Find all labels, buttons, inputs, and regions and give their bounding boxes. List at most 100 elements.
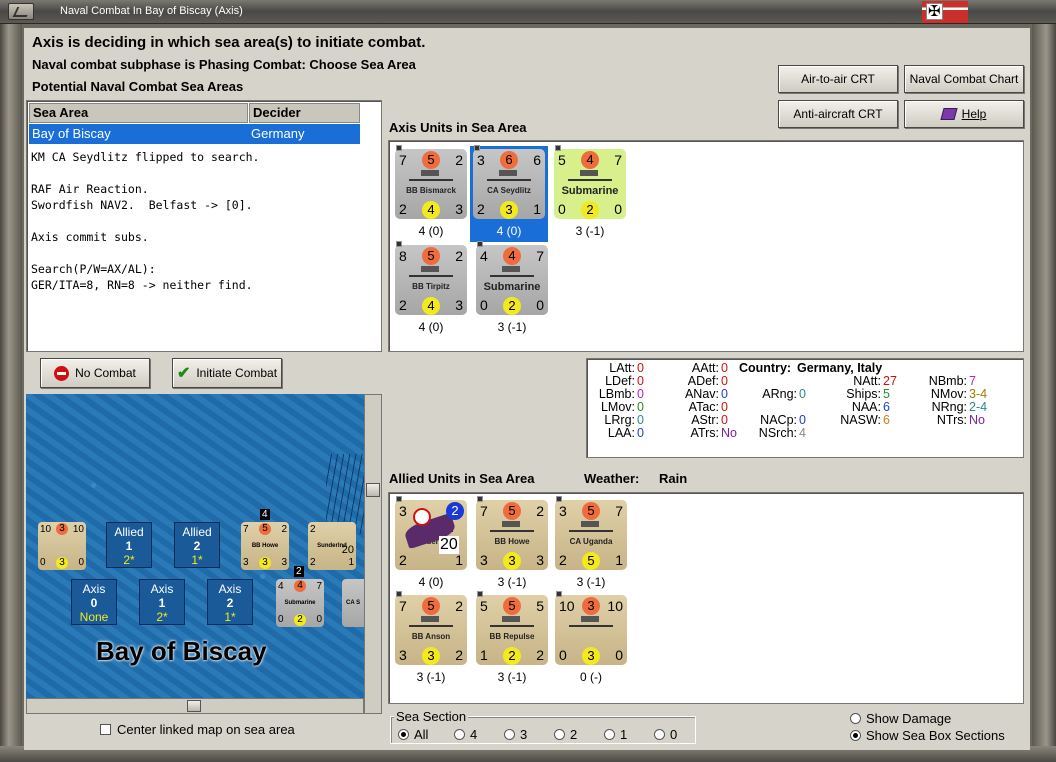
stat-bottom-left: 0 xyxy=(558,201,566,217)
sea-section-radio[interactable] xyxy=(654,729,665,740)
map-unit-counter[interactable]: CA S xyxy=(342,579,364,627)
stat-value: 6 xyxy=(883,413,890,427)
column-header-sea-area[interactable]: Sea Area xyxy=(29,103,248,123)
unit-counter[interactable]: 5 4 7 Submarine 0 2 0 3 (-1) xyxy=(551,145,629,242)
stat-top-right: 7 xyxy=(614,152,622,168)
vscroll-thumb[interactable] xyxy=(366,483,380,497)
stat-value: No xyxy=(721,426,737,440)
sea-section-option-4[interactable]: 1 xyxy=(604,727,654,742)
ship-silhouette-icon xyxy=(409,170,453,181)
counter-body[interactable]: 5 5 5 BB Repulse 1 2 2 xyxy=(476,595,548,665)
counter-body[interactable]: 10 3 10 0 3 0 xyxy=(555,595,627,665)
unit-counter[interactable]: 7 5 2 BB Bismarck 2 4 3 4 (0) xyxy=(392,145,470,242)
axis-sea-box[interactable]: Axis 0 None xyxy=(71,579,117,625)
sea-section-option-2[interactable]: 3 xyxy=(504,727,554,742)
ship-silhouette-icon xyxy=(409,616,453,627)
axis-sea-box[interactable]: Axis 1 2* xyxy=(139,579,185,625)
unit-counter[interactable]: 3 5 7 CA Uganda 2 5 1 3 (-1) xyxy=(552,496,630,593)
unit-counter[interactable]: 8 5 2 BB Tirpitz 2 4 3 4 (0) xyxy=(392,241,470,338)
unit-counter[interactable]: 5 5 5 BB Repulse 1 2 2 3 (-1) xyxy=(473,591,551,688)
naval-combat-chart-button[interactable]: Naval Combat Chart xyxy=(904,65,1024,93)
stat-bottom-left: 0 xyxy=(40,557,46,568)
sea-section-option-0[interactable]: All xyxy=(398,727,454,742)
help-button[interactable]: Help xyxy=(904,100,1024,128)
status-marker xyxy=(556,591,562,597)
box-sections: 2* xyxy=(123,553,135,567)
stat-bottom-right: 0 xyxy=(78,557,84,568)
counter-body[interactable]: 3 6 6 CA Seydlitz 2 3 1 xyxy=(473,149,545,219)
stat-label: LRrg: xyxy=(604,413,635,427)
system-menu-icon[interactable] xyxy=(8,3,34,20)
sea-section-radio[interactable] xyxy=(454,729,465,740)
allied-sea-box[interactable]: Allied 1 2* xyxy=(106,522,152,568)
axis-sea-box[interactable]: Axis 2 1* xyxy=(207,579,253,625)
stat-bottom-right: 1 xyxy=(348,557,354,568)
table-row[interactable]: Bay of Biscay Germany xyxy=(29,124,360,144)
center-map-option[interactable]: Center linked map on sea area xyxy=(100,722,295,737)
unit-cap-value: 3 (-1) xyxy=(576,575,606,589)
status-marker xyxy=(396,145,402,151)
sea-section-radio[interactable] xyxy=(398,729,409,740)
sea-section-radio[interactable] xyxy=(604,729,615,740)
unit-counter[interactable]: 10 3 10 0 3 0 0 (-) xyxy=(552,591,630,688)
unit-counter[interactable]: 32Sunderlnd212204 (0) xyxy=(392,496,470,593)
stat-value: No xyxy=(969,413,985,427)
sea-section-option-3[interactable]: 2 xyxy=(554,727,604,742)
hscroll-thumb[interactable] xyxy=(187,700,201,712)
unit-counter[interactable]: 7 5 2 BB Howe 3 3 3 3 (-1) xyxy=(473,496,551,593)
stat-label: LMov: xyxy=(600,400,635,414)
unit-counter[interactable]: 7 5 2 BB Anson 3 3 2 3 (-1) xyxy=(392,591,470,688)
sea-section-radio[interactable] xyxy=(554,729,565,740)
map-horizontal-scrollbar[interactable] xyxy=(26,698,364,714)
map-unit-counter[interactable]: 7 5 2 BB Howe 3 3 3 xyxy=(241,522,289,570)
stat-bottom-left: 0 xyxy=(480,297,488,313)
stat-label: NRng: xyxy=(931,400,967,414)
sea-section-radio[interactable] xyxy=(504,729,515,740)
unit-counter[interactable]: 3 6 6 CA Seydlitz 2 3 1 4 (0) xyxy=(470,145,548,242)
ship-silhouette-icon xyxy=(409,266,453,277)
counter-body[interactable]: 5 4 7 Submarine 0 2 0 xyxy=(554,149,626,219)
counter-body[interactable]: 32Sunderlnd21220 xyxy=(395,500,467,570)
map-unit-counter[interactable]: 10 3 10 0 3 0 xyxy=(38,522,86,570)
stat-value: 7 xyxy=(969,374,976,388)
initiate-combat-button[interactable]: ✔ Initiate Combat xyxy=(172,358,282,388)
counter-body[interactable]: 4 4 7 Submarine 0 2 0 xyxy=(476,245,548,315)
allied-sea-box[interactable]: Allied 2 1* xyxy=(174,522,220,568)
stat-bottom-left: 2 xyxy=(399,297,407,313)
stat-bottom-right: 0 xyxy=(615,647,623,663)
counter-body[interactable]: 7 5 2 BB Bismarck 2 4 3 xyxy=(395,149,467,219)
counter-body[interactable]: 7 5 2 BB Anson 3 3 2 xyxy=(395,595,467,665)
stat-top-left: 7 xyxy=(243,524,249,535)
stat-value: 0 xyxy=(637,413,644,427)
show-sections-option[interactable]: Show Sea Box Sections xyxy=(850,728,1005,743)
map-unit-counter[interactable]: 4 4 7 Submarine 0 2 0 xyxy=(276,579,324,627)
show-damage-radio[interactable] xyxy=(850,713,861,724)
map-unit-counter[interactable]: 2 Sunderlnd 20 2 1 xyxy=(308,522,356,570)
stat-bottom-left: 2 xyxy=(399,552,407,568)
sea-section-option-1[interactable]: 4 xyxy=(454,727,504,742)
stat-label: ATrs: xyxy=(690,426,719,440)
column-header-decider[interactable]: Decider xyxy=(249,103,360,123)
stat-bottom-left: 2 xyxy=(310,557,316,568)
air-to-air-crt-button[interactable]: Air-to-air CRT xyxy=(778,65,898,93)
no-combat-button[interactable]: No Combat xyxy=(40,358,150,388)
status-marker xyxy=(477,496,483,502)
sea-section-options: All 4 3 2 1 0 xyxy=(398,727,704,742)
counter-body[interactable]: 7 5 2 BB Howe 3 3 3 xyxy=(476,500,548,570)
stat-top-circle: 3 xyxy=(56,523,68,535)
stat-bottom-circle: 2 xyxy=(581,201,599,219)
anti-aircraft-crt-button[interactable]: Anti-aircraft CRT xyxy=(778,100,898,128)
show-damage-option[interactable]: Show Damage xyxy=(850,711,951,726)
sea-area-map[interactable]: Bay of Biscay Allied 1 2* Allied 2 1* Axis 0 Non… xyxy=(26,394,364,698)
sea-name-label: Bay of Biscay xyxy=(96,636,267,666)
stat-value: 0 xyxy=(637,387,644,401)
counter-body[interactable]: 3 5 7 CA Uganda 2 5 1 xyxy=(555,500,627,570)
center-map-checkbox[interactable] xyxy=(100,724,111,735)
unit-counter[interactable]: 4 4 7 Submarine 0 2 0 3 (-1) xyxy=(473,241,551,338)
counter-body[interactable]: 8 5 2 BB Tirpitz 2 4 3 xyxy=(395,245,467,315)
unit-name: CA S xyxy=(346,600,361,606)
map-vertical-scrollbar[interactable] xyxy=(364,394,382,714)
sea-section-option-5[interactable]: 0 xyxy=(654,727,704,742)
show-sections-radio[interactable] xyxy=(850,730,861,741)
stat-label: LDef: xyxy=(605,374,635,388)
